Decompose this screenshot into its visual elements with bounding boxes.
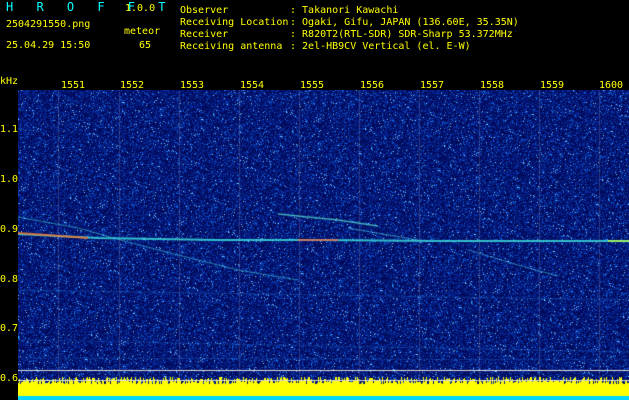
app-version: 1.0.0 — [125, 3, 156, 14]
observer-value: : Takanori Kawachi — [290, 5, 399, 16]
header-panel: H R O F F T 1.0.0 2504291550.png meteor … — [0, 0, 629, 76]
time-tick-1554: 1554 — [240, 80, 265, 91]
time-tick-1600: 1600 — [599, 80, 624, 91]
freq-tick-0-8: 0.8 — [0, 274, 19, 285]
axis-unit-label: kHz — [0, 76, 19, 87]
freq-tick-1-0: 1.0 — [0, 174, 19, 185]
time-tick-1552: 1552 — [120, 80, 145, 91]
antenna-value: : 2el-HB9CV Vertical (el. E-W) — [290, 41, 471, 52]
time-tick-1551: 1551 — [61, 80, 86, 91]
time-tick-1556: 1556 — [360, 80, 385, 91]
file-name: 2504291550.png — [6, 19, 91, 30]
location-label: Receiving Location — [180, 17, 289, 28]
meteor-count: 65 — [139, 40, 152, 51]
freq-tick-0-7: 0.7 — [0, 323, 19, 334]
time-tick-1557: 1557 — [420, 80, 445, 91]
time-tick-1558: 1558 — [480, 80, 505, 91]
receiver-label: Receiver — [180, 29, 229, 40]
time-tick-1559: 1559 — [540, 80, 565, 91]
time-tick-1553: 1553 — [180, 80, 205, 91]
time-tick-1555: 1555 — [300, 80, 325, 91]
file-datetime: 25.04.29 15:50 — [6, 40, 91, 51]
receiver-value: : R820T2(RTL-SDR) SDR-Sharp 53.372MHz — [290, 29, 513, 40]
spectrogram-plot — [18, 90, 629, 400]
meteor-label: meteor — [124, 26, 161, 37]
observer-label: Observer — [180, 5, 229, 16]
antenna-label: Receiving antenna — [180, 41, 283, 52]
freq-tick-1-1: 1.1 — [0, 124, 19, 135]
freq-tick-0-9: 0.9 — [0, 224, 19, 235]
location-value: : Ogaki, Gifu, JAPAN (136.60E, 35.35N) — [290, 17, 519, 28]
spectrogram-canvas — [18, 90, 629, 400]
freq-tick-0-6: 0.6 — [0, 373, 19, 384]
